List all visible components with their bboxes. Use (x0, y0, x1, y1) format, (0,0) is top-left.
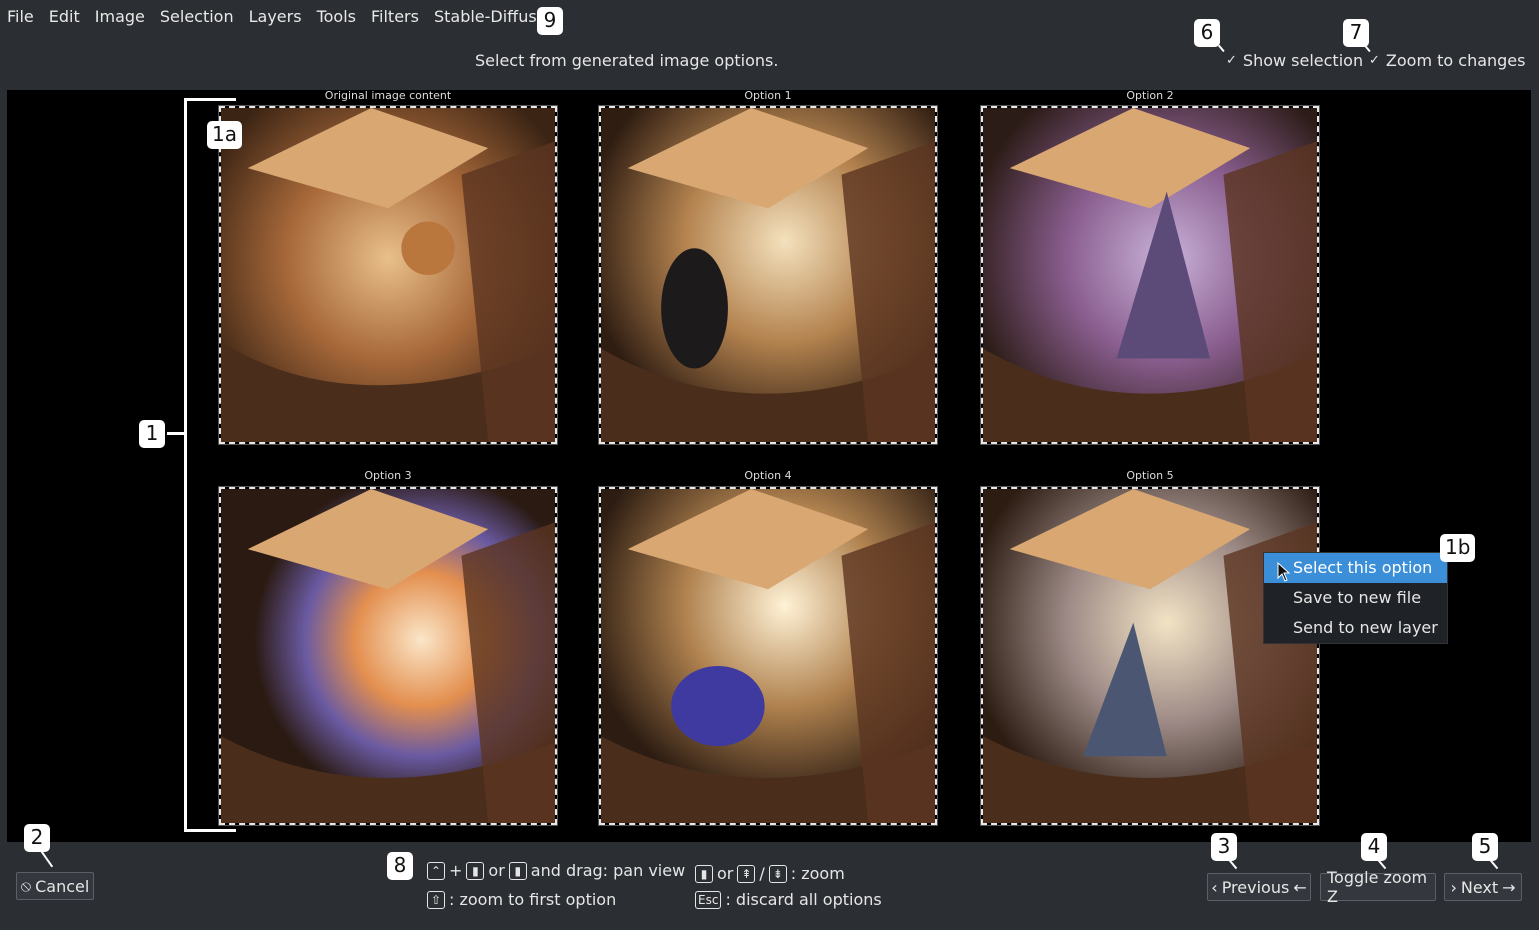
hint-pan-or: or (488, 861, 505, 880)
hint-pan-text: and drag: pan view (530, 861, 686, 880)
cancel-label: Cancel (35, 876, 90, 896)
hint-zoom-slash: / (759, 864, 765, 883)
next-button[interactable]: › Next → (1444, 873, 1522, 901)
cancel-icon: ⦸ (20, 876, 32, 895)
mouse-cursor-icon (1277, 562, 1291, 582)
callout-2: 2 (24, 824, 50, 852)
menu-file[interactable]: File (7, 7, 34, 26)
callout-7-pointer (1364, 44, 1371, 53)
menu-edit[interactable]: Edit (49, 7, 80, 26)
toggle-zoom-button[interactable]: Toggle zoom Z (1320, 868, 1436, 906)
menubar: File Edit Image Selection Layers Tools F… (0, 0, 576, 32)
tile-label-option-1: Option 1 (744, 89, 792, 102)
tile-label-option-5: Option 5 (1126, 469, 1174, 482)
shift-key-icon: ⇧ (427, 890, 445, 909)
chevron-right-icon: › (1450, 877, 1457, 897)
menu-layers[interactable]: Layers (249, 7, 302, 26)
callout-1: 1 (139, 420, 165, 448)
previous-button[interactable]: ‹ Previous ← (1207, 873, 1311, 901)
hint-zoom-or: or (717, 864, 734, 883)
instruction-text: Select from generated image options. (475, 51, 779, 70)
tile-option-1[interactable] (598, 105, 938, 445)
page-down-key-icon: ⇟ (768, 864, 787, 883)
generated-image-icon (983, 108, 1317, 442)
tile-option-5[interactable] (980, 486, 1320, 826)
show-selection-checkbox[interactable]: ✓ Show selection (1226, 51, 1363, 70)
callout-2-pointer (40, 849, 54, 868)
generated-image-icon (983, 489, 1317, 823)
callout-8: 8 (387, 852, 413, 880)
tile-option-4[interactable] (598, 486, 938, 826)
tile-label-option-4: Option 4 (744, 469, 792, 482)
esc-key: Esc (695, 890, 722, 909)
arrow-right-icon: → (1502, 877, 1516, 897)
hint-pan: ⌃ + ▮ or ▮ and drag: pan view (427, 861, 685, 880)
callout-1a: 1a (207, 121, 242, 149)
hint-zoom-first: ⇧ : zoom to first option (427, 890, 616, 909)
tile-label-option-3: Option 3 (364, 469, 412, 482)
callout-6: 6 (1194, 19, 1220, 47)
callout-4: 4 (1361, 833, 1387, 861)
checkmark-icon: ✓ (1369, 53, 1380, 68)
page-up-key-icon: ⇞ (737, 864, 756, 883)
menu-tools[interactable]: Tools (317, 7, 356, 26)
tile-label-option-2: Option 2 (1126, 89, 1174, 102)
ctx-send-new-layer[interactable]: Send to new layer (1264, 613, 1447, 643)
zoom-to-changes-label: Zoom to changes (1385, 51, 1526, 70)
show-selection-label: Show selection (1242, 51, 1364, 70)
tile-label-original: Original image content (324, 89, 452, 102)
scroll-wheel-icon: ▮ (695, 864, 713, 883)
ctx-select-option[interactable]: Select this option (1264, 553, 1447, 583)
ctx-save-new-file[interactable]: Save to new file (1264, 583, 1447, 613)
callout-1b: 1b (1440, 534, 1476, 562)
hint-zoom-first-text: : zoom to first option (449, 890, 617, 909)
callout-3: 3 (1211, 833, 1237, 861)
next-label: Next (1460, 877, 1499, 897)
ctrl-key-icon: ⌃ (427, 861, 445, 880)
hint-discard-text: : discard all options (725, 890, 882, 909)
tile-option-3[interactable] (218, 486, 558, 826)
tile-option-2[interactable] (980, 105, 1320, 445)
menu-image[interactable]: Image (95, 7, 145, 26)
mouse-left-icon: ▮ (466, 861, 485, 880)
chevron-left-icon: ‹ (1211, 877, 1218, 897)
checkmark-icon: ✓ (1226, 53, 1237, 68)
toggle-zoom-label: Toggle zoom Z (1327, 868, 1428, 906)
cancel-button[interactable]: ⦸ Cancel (16, 872, 94, 900)
tile-original[interactable] (218, 105, 558, 445)
original-image-icon (221, 108, 555, 442)
menu-selection[interactable]: Selection (160, 7, 234, 26)
callout-6-pointer (1218, 44, 1225, 53)
bracket-tick (167, 432, 185, 435)
hint-zoom-text: : zoom (790, 864, 845, 883)
previous-label: Previous (1221, 877, 1290, 897)
generated-image-icon (601, 489, 935, 823)
generated-image-icon (221, 489, 555, 823)
callout-5: 5 (1472, 833, 1498, 861)
hint-zoom: ▮ or ⇞ / ⇟ : zoom (695, 864, 845, 883)
callout-9: 9 (537, 7, 563, 35)
mouse-middle-icon: ▮ (508, 861, 527, 880)
generated-image-icon (601, 108, 935, 442)
menu-filters[interactable]: Filters (371, 7, 419, 26)
zoom-to-changes-checkbox[interactable]: ✓ Zoom to changes (1369, 51, 1525, 70)
hint-discard: Esc : discard all options (695, 890, 882, 909)
plus-icon: + (449, 861, 463, 880)
arrow-left-icon: ← (1293, 877, 1307, 897)
callout-7: 7 (1343, 19, 1369, 47)
